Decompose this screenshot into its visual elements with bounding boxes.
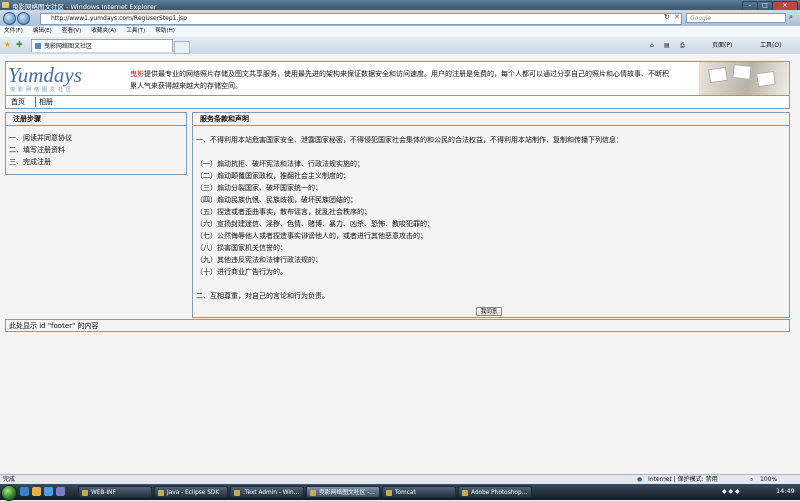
agree-button[interactable]: 我同意: [476, 307, 502, 316]
menu-file[interactable]: 文件(F): [4, 26, 23, 37]
header-photo-collage: [699, 62, 789, 95]
address-toolbar: http://www1.yumdays.com/RegUserStep1.jsp…: [0, 10, 800, 26]
site-header: Yumdays 曳影网络图文社区 曳影提供最专业的网络照片存储及图文共享服务，使…: [5, 61, 790, 96]
step-item: 一、阅读并同意协议: [9, 134, 72, 142]
menu-tools[interactable]: 工具(T): [126, 26, 145, 37]
terms-item: （六）宣扬封建迷信、淫秽、色情、赌博、暴力、凶杀、恐怖、教唆犯罪的；: [196, 220, 434, 228]
terms-item: （三）煽动分裂国家、破坏国家统一的；: [196, 184, 322, 192]
window-title-bar: 曳影网络图文社区 - Windows Internet Explorer – □…: [0, 0, 800, 11]
start-button[interactable]: [1, 485, 17, 501]
terms-item: （七）公然侮辱他人或者捏造事实诽谤他人的，或者进行其他恶意攻击的；: [196, 232, 427, 240]
print-icon[interactable]: ⎙: [680, 40, 685, 51]
steps-title: 注册步骤: [6, 113, 186, 126]
tab-favicon-icon: [35, 43, 41, 49]
refresh-icon[interactable]: ↻: [664, 13, 670, 21]
step-item: 二、填写注册资料: [9, 146, 65, 154]
web-content: Yumdays 曳影网络图文社区 曳影提供最专业的网络照片存储及图文共享服务，使…: [0, 54, 800, 474]
terms-item: （二）煽动颠覆国家政权，推翻社会主义制度的；: [196, 172, 350, 180]
taskbar: WEB-INF Java - Eclipse SDK :Text Admin -…: [0, 484, 800, 501]
tools-menu[interactable]: 工具(O): [760, 40, 781, 51]
site-nav: 首页 相册: [5, 96, 790, 109]
home-icon[interactable]: ⌂: [650, 40, 654, 51]
favorites-star-icon[interactable]: ★: [4, 40, 11, 49]
terms-item: （九）其他违反宪法和法律行政法规的；: [196, 256, 322, 264]
taskbar-eclipse[interactable]: Java - Eclipse SDK: [154, 486, 228, 498]
page-menu[interactable]: 页面(P): [712, 40, 732, 51]
search-input[interactable]: Google: [686, 13, 786, 23]
tab-active[interactable]: 曳影网络图文社区: [31, 39, 173, 52]
tab-label: 曳影网络图文社区: [44, 43, 93, 50]
stop-icon[interactable]: ✕: [674, 13, 680, 21]
tab-row: ★ ✚ 曳影网络图文社区 ⌂ ▤ ⎙ 页面(P) 工具(O): [0, 37, 800, 55]
terms-text: 一、不得利用本站危害国家安全、泄露国家秘密，不得侵犯国家社会集体的和公民的合法权…: [196, 134, 785, 302]
quicklaunch-ie-icon[interactable]: [44, 487, 53, 496]
quicklaunch-folder-icon[interactable]: [32, 487, 41, 496]
tray-icons[interactable]: ◆ ◆ ◆: [722, 488, 740, 495]
terms-item: （十）进行商业广告行为的。: [196, 268, 287, 276]
nav-album-link[interactable]: 相册: [39, 97, 53, 107]
back-button[interactable]: [3, 12, 16, 25]
menu-favorites[interactable]: 收藏夹(A): [91, 26, 116, 37]
new-tab-button[interactable]: [174, 41, 190, 54]
steps-panel: 注册步骤 一、阅读并同意协议 二、填写注册资料 三、完成注册: [5, 112, 187, 175]
terms-second: 二、互相尊重，对自己的言论和行为负责。: [196, 292, 329, 300]
site-logo[interactable]: Yumdays: [8, 63, 82, 88]
step-item: 三、完成注册: [9, 158, 51, 166]
taskbar-webinf[interactable]: WEB-INF: [78, 486, 152, 498]
site-intro: 曳影提供最专业的网络照片存储及图文共享服务，使用最先进的架构来保证数据安全和访问…: [130, 68, 675, 92]
menu-edit[interactable]: 编辑(E): [33, 26, 52, 37]
menu-view[interactable]: 查看(V): [62, 26, 81, 37]
forward-button[interactable]: [17, 12, 30, 25]
terms-item: （四）煽动民族仇恨、民族歧视，破坏民族团结的；: [196, 196, 357, 204]
steps-list: 一、阅读并同意协议 二、填写注册资料 三、完成注册: [9, 132, 72, 168]
taskbar-photoshop[interactable]: Adobe Photoshop...: [458, 486, 532, 498]
feeds-icon[interactable]: ▤: [664, 40, 670, 51]
add-favorite-icon[interactable]: ✚: [16, 40, 23, 49]
terms-panel: 服务条款和声明 一、不得利用本站危害国家安全、泄露国家秘密，不得侵犯国家社会集体…: [192, 112, 790, 318]
terms-item: （八）损害国家机关信誉的；: [196, 244, 287, 252]
intro-text: 提供最专业的网络照片存储及图文共享服务，使用最先进的架构来保证数据安全和访问速度…: [130, 70, 669, 90]
clock[interactable]: 14:49: [776, 487, 795, 495]
site-logo-subtitle: 曳影网络图文社区: [10, 87, 75, 93]
quicklaunch-desktop-icon[interactable]: [20, 487, 29, 496]
address-input[interactable]: http://www1.yumdays.com/RegUserStep1.jsp: [40, 13, 682, 25]
taskbar-textadmin[interactable]: :Text Admin - Win...: [230, 486, 304, 498]
terms-title: 服务条款和声明: [193, 113, 789, 126]
taskbar-tomcat[interactable]: Tomcat: [382, 486, 456, 498]
ie-icon: [2, 2, 9, 8]
intro-brand: 曳影: [130, 70, 144, 78]
taskbar-ie[interactable]: 曳影网络图文社区 -...: [306, 486, 380, 498]
terms-item: （五）捏造或者歪曲事实，散布谣言，扰乱社会秩序的；: [196, 208, 371, 216]
menu-help[interactable]: 帮助(H): [155, 26, 175, 37]
page-footer: 此处显示 id "footer" 的内容: [5, 319, 790, 332]
nav-home-link[interactable]: 首页: [11, 97, 25, 107]
terms-item: （一）煽动抗拒、破坏宪法和法律、行政法规实施的；: [196, 160, 364, 168]
search-icon[interactable]: ⌕: [789, 13, 793, 22]
quicklaunch-switch-icon[interactable]: [56, 487, 65, 496]
nav-separator: [35, 97, 36, 107]
terms-intro: 一、不得利用本站危害国家安全、泄露国家秘密，不得侵犯国家社会集体的和公民的合法权…: [196, 136, 623, 144]
